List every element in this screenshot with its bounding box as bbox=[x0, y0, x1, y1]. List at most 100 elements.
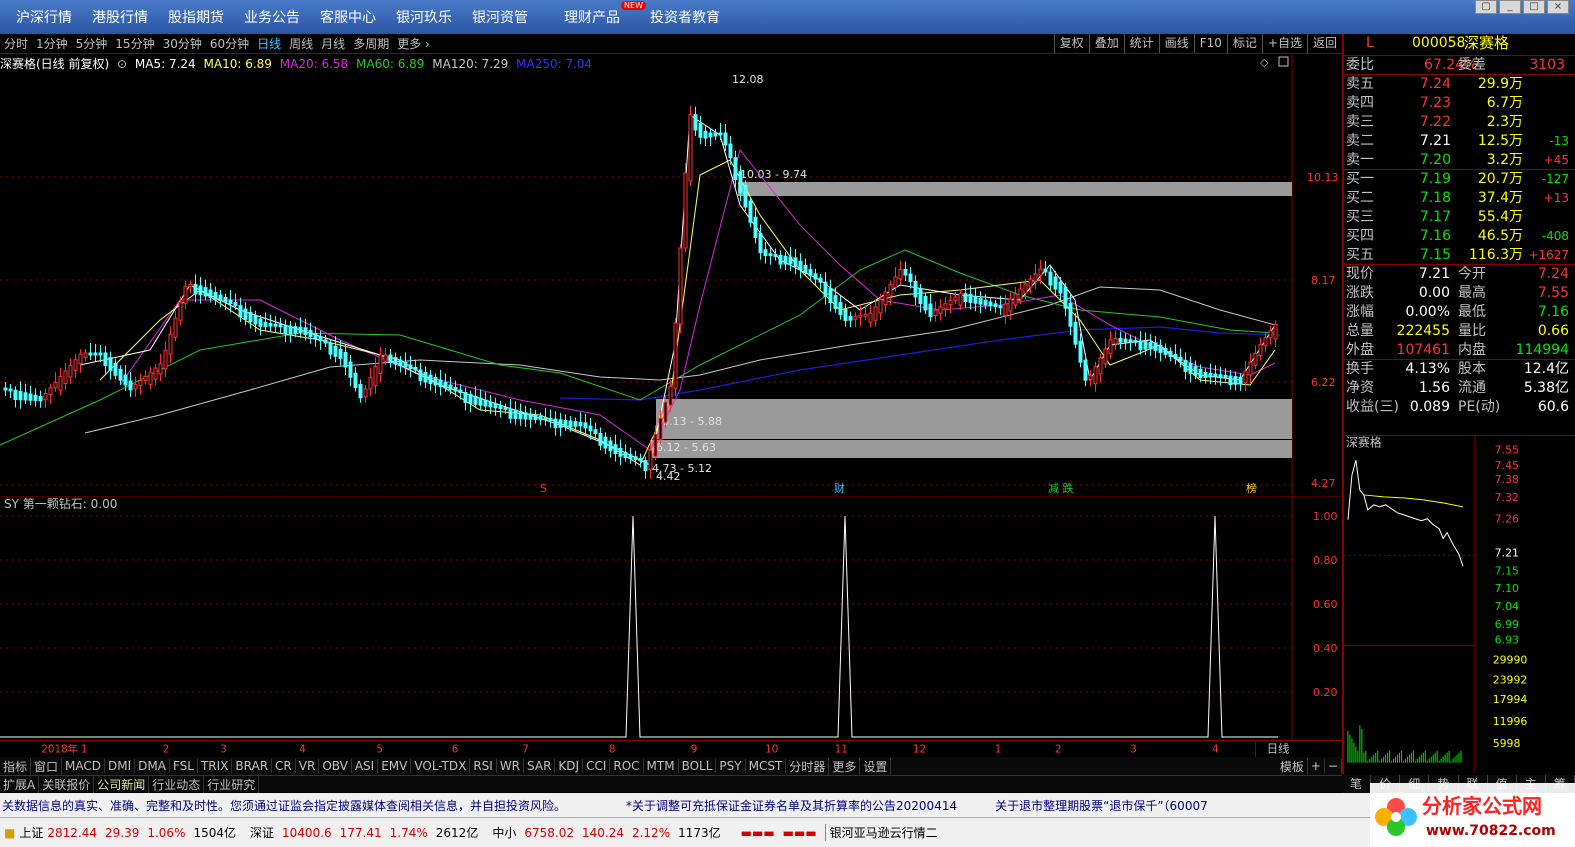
period-monthly[interactable]: 月线 bbox=[317, 35, 349, 52]
ind-tab[interactable]: 更多 bbox=[829, 757, 861, 775]
ticker-text-2[interactable]: *关于调整可充抵保证金证券名单及其折算率的公告20200414 bbox=[626, 797, 957, 814]
buy-row[interactable]: 买五 7.15 116.3万 +1627 bbox=[1344, 246, 1575, 265]
restore-icon[interactable]: ▢ bbox=[1475, 0, 1497, 14]
tool-f10[interactable]: F10 bbox=[1193, 34, 1227, 53]
ind-tab[interactable]: FSL bbox=[170, 759, 198, 773]
buy-change: +1627 bbox=[1528, 248, 1569, 262]
minus-icon[interactable]: − bbox=[1325, 759, 1342, 773]
ind-tab[interactable]: VOL-TDX bbox=[411, 759, 471, 773]
sell-row[interactable]: 卖四 7.23 6.7万 bbox=[1344, 94, 1575, 113]
sell-row[interactable]: 卖一 7.20 3.2万 +45 bbox=[1344, 151, 1575, 170]
ind-tab[interactable]: SAR bbox=[524, 759, 556, 773]
ind-tab[interactable]: 分时器 bbox=[786, 757, 830, 775]
template-button[interactable]: 模板 bbox=[1277, 757, 1308, 775]
sell-row[interactable]: 卖三 7.22 2.3万 bbox=[1344, 113, 1575, 132]
period-daily[interactable]: 日线 bbox=[253, 35, 285, 52]
ind-tab[interactable]: CR bbox=[272, 759, 296, 773]
mini-tab[interactable]: 笔 bbox=[1342, 775, 1372, 793]
ind-tab[interactable]: 指标 bbox=[0, 757, 32, 775]
ext-tab-industry[interactable]: 行业动态 bbox=[149, 775, 205, 793]
nav-yinhe-asset[interactable]: 银河资管 bbox=[462, 7, 538, 27]
period-15min[interactable]: 15分钟 bbox=[111, 35, 158, 52]
ind-tab[interactable]: MACD bbox=[62, 759, 106, 773]
server-name[interactable]: 银河亚马逊云行情二 bbox=[824, 824, 942, 841]
nav-hk-market[interactable]: 港股行情 bbox=[82, 7, 158, 27]
candle bbox=[823, 281, 828, 298]
nav-wealth-products[interactable]: 理财产品 NEW bbox=[554, 1, 646, 27]
nav-business-notice[interactable]: 业务公告 bbox=[234, 7, 310, 27]
candle bbox=[363, 388, 368, 398]
ind-tab[interactable]: ASI bbox=[352, 759, 379, 773]
period-weekly[interactable]: 周线 bbox=[285, 35, 317, 52]
ind-tab[interactable]: CCI bbox=[583, 759, 611, 773]
ind-tab[interactable]: 设置 bbox=[860, 757, 892, 775]
ind-tab[interactable]: MCST bbox=[746, 759, 787, 773]
close-icon[interactable]: × bbox=[1547, 0, 1569, 14]
buy-price: 7.18 bbox=[1419, 190, 1451, 206]
nav-service-center[interactable]: 客服中心 bbox=[310, 7, 386, 27]
candle bbox=[233, 302, 238, 307]
ind-tab[interactable]: BOLL bbox=[679, 759, 717, 773]
nav-hs-market[interactable]: 沪深行情 bbox=[6, 7, 82, 27]
candle bbox=[1188, 362, 1193, 374]
candle bbox=[438, 379, 443, 387]
tool-fuquan[interactable]: 复权 bbox=[1053, 34, 1089, 53]
minimize-icon[interactable]: _ bbox=[1499, 0, 1521, 14]
buy-row[interactable]: 买二 7.18 37.4万 +13 bbox=[1344, 189, 1575, 208]
period-1min[interactable]: 1分钟 bbox=[32, 35, 72, 52]
news-ticker[interactable]: 关数据信息的真实、准确、完整和及时性。您须通过证监会指定披露媒体查阅相关信息，并… bbox=[0, 793, 1575, 817]
plus-icon[interactable]: + bbox=[1308, 759, 1325, 773]
buy-row[interactable]: 买三 7.17 55.4万 bbox=[1344, 208, 1575, 227]
period-30min[interactable]: 30分钟 bbox=[159, 35, 206, 52]
tool-stats[interactable]: 统计 bbox=[1123, 34, 1159, 53]
period-multi[interactable]: 多周期 bbox=[349, 35, 393, 52]
period-more[interactable]: 更多 › bbox=[393, 35, 434, 52]
sell-row[interactable]: 卖五 7.24 29.9万 bbox=[1344, 75, 1575, 94]
ind-tab[interactable]: 窗口 bbox=[31, 757, 63, 775]
period-tick[interactable]: 分时 bbox=[0, 35, 32, 52]
tool-draw[interactable]: 画线 bbox=[1158, 34, 1194, 53]
chevron-down-icon[interactable]: ⊙ bbox=[117, 57, 127, 71]
tool-add-watch[interactable]: +自选 bbox=[1261, 34, 1307, 53]
ind-tab[interactable]: DMI bbox=[105, 759, 136, 773]
ind-tab[interactable]: PSY bbox=[716, 759, 746, 773]
ticker-text-3[interactable]: 关于退市整理期股票“退市保千”（60007 bbox=[995, 797, 1208, 814]
ext-tab-news[interactable]: 公司新闻 bbox=[94, 775, 150, 793]
ind-tab[interactable]: BRAR bbox=[232, 759, 273, 773]
sh-label[interactable]: 上证 bbox=[19, 824, 43, 841]
zx-value: 6758.02 bbox=[524, 825, 574, 840]
zx-label[interactable]: 中小 bbox=[488, 824, 520, 841]
ext-tab-research[interactable]: 行业研究 bbox=[204, 775, 260, 793]
ticker-text-1[interactable]: 关数据信息的真实、准确、完整和及时性。您须通过证监会指定披露媒体查阅相关信息，并… bbox=[0, 797, 566, 814]
ind-tab[interactable]: DMA bbox=[135, 759, 170, 773]
sell-row[interactable]: 卖二 7.21 12.5万 -13 bbox=[1344, 132, 1575, 151]
period-5min[interactable]: 5分钟 bbox=[72, 35, 112, 52]
buy-row[interactable]: 买四 7.16 46.5万 -408 bbox=[1344, 227, 1575, 246]
ind-tab[interactable]: WR bbox=[497, 759, 525, 773]
buy-row[interactable]: 买一 7.19 20.7万 -127 bbox=[1344, 170, 1575, 189]
ext-tab-quotes[interactable]: 关联报价 bbox=[39, 775, 95, 793]
ind-tab[interactable]: OBV bbox=[319, 759, 352, 773]
ind-tab[interactable]: KDJ bbox=[555, 759, 584, 773]
nav-yinhe-jiule[interactable]: 银河玖乐 bbox=[386, 7, 462, 27]
nav-investor-edu[interactable]: 投资者教育 bbox=[640, 7, 730, 27]
ind-tab[interactable]: ROC bbox=[610, 759, 644, 773]
sz-label[interactable]: 深证 bbox=[246, 824, 278, 841]
ind-tab[interactable]: TRIX bbox=[198, 759, 233, 773]
tool-back[interactable]: 返回 bbox=[1306, 34, 1342, 53]
nav-index-futures[interactable]: 股指期货 bbox=[158, 7, 234, 27]
ind-tab[interactable]: RSI bbox=[470, 759, 497, 773]
kline-chart[interactable]: 10.03 - 9.74 6.13 - 5.88 6.12 - 5.63 4.7… bbox=[0, 55, 1342, 495]
ind-tab[interactable]: VR bbox=[296, 759, 320, 773]
period-60min[interactable]: 60分钟 bbox=[206, 35, 253, 52]
candle bbox=[103, 352, 108, 367]
maximize-icon[interactable]: □ bbox=[1523, 0, 1545, 14]
indicator-chart[interactable]: SY 第一颗钻石: 0.00 1.00 0.80 0.60 0.40 0.20 bbox=[0, 496, 1342, 740]
tool-overlay[interactable]: 叠加 bbox=[1088, 34, 1124, 53]
tool-mark[interactable]: 标记 bbox=[1226, 34, 1262, 53]
intraday-mini-chart[interactable]: 深赛格 7.55 7.457.38 7.32 7.26 7.21 7.15 7.10 7.04… bbox=[1342, 434, 1575, 774]
candle bbox=[203, 287, 208, 297]
ind-tab[interactable]: MTM bbox=[644, 759, 679, 773]
ext-tab-a[interactable]: 扩展A bbox=[0, 775, 40, 793]
ind-tab[interactable]: EMV bbox=[378, 759, 412, 773]
